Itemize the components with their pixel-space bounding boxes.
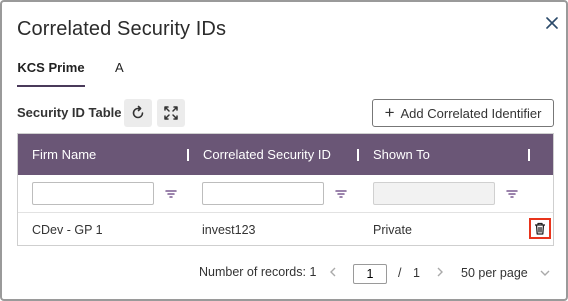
- delete-row-button[interactable]: [529, 218, 551, 239]
- close-icon[interactable]: [542, 13, 562, 33]
- column-resize-handle[interactable]: [357, 149, 359, 161]
- next-page-button[interactable]: [433, 264, 447, 280]
- previous-page-button[interactable]: [326, 264, 340, 280]
- add-correlated-identifier-button[interactable]: + Add Correlated Identifier: [372, 99, 554, 127]
- filter-row: [18, 175, 553, 213]
- column-header-correlated-security-id[interactable]: Correlated Security ID: [203, 134, 331, 175]
- page-separator: /: [398, 266, 402, 280]
- records-count: Number of records: 1: [199, 265, 317, 279]
- refresh-icon: [132, 105, 144, 119]
- tab-kcs-prime[interactable]: KCS Prime: [17, 56, 85, 88]
- chevron-down-icon: [540, 270, 550, 276]
- correlated-id-filter-input[interactable]: [202, 182, 324, 205]
- refresh-button[interactable]: [124, 99, 152, 127]
- cell-shown-to: Private: [373, 222, 412, 237]
- cell-correlated-id: invest123: [202, 222, 256, 237]
- column-header-firm-name[interactable]: Firm Name: [32, 134, 96, 175]
- filter-icon[interactable]: [164, 187, 178, 201]
- correlated-security-ids-dialog: Correlated Security IDs KCS Prime A Secu…: [0, 0, 568, 301]
- tab-a[interactable]: A: [115, 56, 129, 88]
- page-number-input[interactable]: [353, 264, 387, 284]
- trash-icon: [535, 222, 545, 235]
- shown-to-filter-input: [373, 182, 495, 205]
- table-header: Firm Name Correlated Security ID Shown T…: [18, 134, 553, 175]
- table-row: CDev - GP 1 invest123 Private: [18, 213, 553, 245]
- add-button-label: Add Correlated Identifier: [400, 105, 542, 121]
- expand-button[interactable]: [157, 99, 185, 127]
- security-id-table: Firm Name Correlated Security ID Shown T…: [17, 133, 554, 246]
- column-resize-handle[interactable]: [187, 149, 189, 161]
- plus-icon: +: [384, 102, 395, 122]
- total-pages: 1: [413, 266, 420, 280]
- firm-name-filter-input[interactable]: [32, 182, 154, 205]
- column-resize-handle[interactable]: [528, 149, 530, 161]
- chevron-left-icon: [330, 267, 336, 277]
- per-page-select[interactable]: 50 per page: [461, 264, 550, 282]
- chevron-right-icon: [437, 267, 443, 277]
- column-header-shown-to[interactable]: Shown To: [373, 134, 430, 175]
- expand-icon: [164, 106, 178, 120]
- filter-icon[interactable]: [505, 187, 519, 201]
- cell-firm-name: CDev - GP 1: [32, 222, 103, 237]
- dialog-title: Correlated Security IDs: [17, 18, 227, 40]
- filter-icon[interactable]: [334, 187, 348, 201]
- per-page-label: 50 per page: [461, 266, 528, 280]
- table-title: Security ID Table: [17, 105, 122, 120]
